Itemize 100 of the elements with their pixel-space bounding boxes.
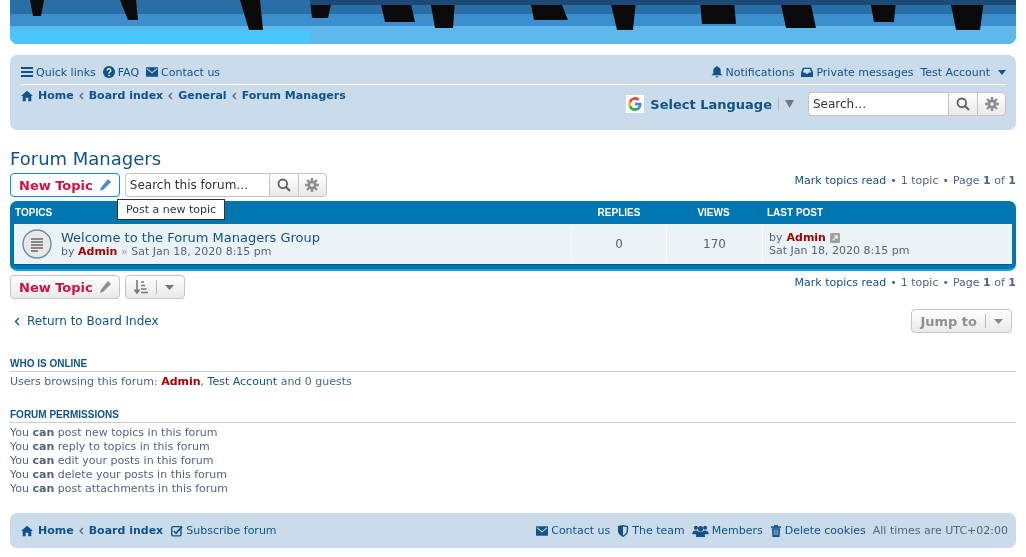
footer-link[interactable]: The team	[617, 524, 685, 537]
post-date: Sat Jan 18, 2020 8:15 pm	[131, 245, 272, 258]
column-header: REPLIES	[597, 207, 641, 218]
nav-link-label: FAQ	[117, 65, 140, 79]
checkbox-icon	[171, 524, 184, 537]
dropdown-arrow-icon	[785, 100, 794, 108]
chevron-icon	[78, 91, 84, 100]
author-link[interactable]: Admin	[78, 245, 118, 258]
trash-icon	[769, 524, 782, 537]
online-label: Users browsing this forum:	[10, 375, 158, 388]
menu-icon	[21, 66, 33, 78]
section-heading: FORUM PERMISSIONS	[10, 409, 1016, 423]
topic-title-link[interactable]: Welcome to the Forum Managers Group	[61, 230, 321, 245]
footer-link[interactable]: Delete cookies	[769, 524, 866, 537]
sort-icon	[133, 280, 148, 294]
shield-icon	[617, 524, 630, 537]
new-topic-button[interactable]: New Topic	[10, 275, 120, 299]
permission-line: You can delete your posts in this forum	[10, 468, 229, 482]
caret-icon	[998, 69, 1006, 75]
mail-icon	[146, 66, 159, 78]
account-name: Test Account	[920, 65, 990, 79]
nav-link-label: Contact us	[161, 65, 221, 79]
guest-count: and 0 guests	[280, 375, 352, 388]
topic-read-icon	[22, 229, 52, 259]
settings-icon	[305, 178, 320, 192]
nav-link-label: Quick links	[36, 65, 96, 79]
pencil-icon	[98, 281, 111, 293]
column-header: LAST POST	[767, 207, 824, 218]
breadcrumb-link[interactable]: Board index	[88, 524, 164, 537]
permission-line: You can post attachments in this forum	[10, 482, 230, 496]
replies-cell: 0	[572, 224, 667, 264]
permission-line: You can edit your posts in this forum	[10, 454, 215, 468]
username-link[interactable]: Test Account	[207, 375, 278, 388]
last-post-date: Sat Jan 18, 2020 8:15 pm	[769, 244, 911, 257]
users-icon	[691, 524, 709, 537]
sort-options-button[interactable]	[124, 275, 185, 299]
nav-link[interactable]: Contact us	[146, 65, 221, 79]
search-icon	[956, 97, 970, 111]
permission-line: You can post new topics in this forum	[10, 426, 219, 440]
advanced-search-button[interactable]	[977, 92, 1006, 116]
footer-link[interactable]: Members	[691, 524, 763, 537]
home-icon	[21, 524, 33, 537]
breadcrumb-link[interactable]: Board index	[88, 89, 164, 102]
page-indicator: Page 1 of 1	[952, 174, 1016, 187]
footer-link-label: Contact us	[551, 524, 611, 537]
breadcrumb-link[interactable]: General	[178, 89, 227, 102]
search-button[interactable]	[268, 173, 298, 197]
footer-link-label: Delete cookies	[784, 524, 866, 537]
bullet-separator: •	[942, 174, 949, 187]
nav-link-label: Notifications	[725, 65, 795, 79]
tooltip: Post a new topic	[117, 199, 226, 220]
inbox-icon	[801, 66, 814, 78]
topic-count: 1 topic	[900, 174, 939, 187]
mark-topics-read-link[interactable]: Mark topics read	[794, 276, 887, 289]
nav-link[interactable]: FAQ	[102, 65, 140, 79]
views-cell: 170	[667, 224, 763, 264]
view-latest-post-icon[interactable]	[829, 232, 840, 243]
bullet-separator: •	[890, 174, 897, 187]
column-header: TOPICS	[15, 207, 53, 218]
footer-link[interactable]: Contact us	[536, 524, 611, 537]
bullet-separator: •	[890, 276, 897, 289]
username-link[interactable]: Admin	[161, 375, 201, 388]
breadcrumb-link[interactable]: Home	[38, 524, 74, 537]
return-link[interactable]: Return to Board Index	[10, 314, 159, 328]
nav-link[interactable]: Quick links	[21, 65, 96, 79]
forum-search-field[interactable]: Search this forum…	[124, 173, 269, 197]
new-topic-button[interactable]: New Topic	[10, 173, 120, 197]
search-button[interactable]	[948, 92, 977, 116]
settings-icon	[984, 97, 999, 111]
account-menu[interactable]: Test Account	[920, 65, 1006, 79]
language-selector[interactable]: Select Language	[650, 96, 772, 112]
breadcrumb-link[interactable]: Forum Managers	[241, 89, 346, 102]
forum-title: Forum Managers	[10, 148, 163, 169]
caret-icon	[994, 318, 1003, 324]
footer-link-label: The team	[632, 524, 685, 537]
chevron-icon	[78, 526, 84, 535]
author-link[interactable]: Admin	[786, 231, 826, 244]
home-icon	[21, 89, 33, 102]
chevron-icon	[14, 316, 20, 326]
chevron-icon	[168, 91, 174, 100]
mark-topics-read-link[interactable]: Mark topics read	[794, 174, 887, 187]
raquo-icon: »	[120, 245, 128, 258]
byline-label: by	[61, 245, 75, 258]
chevron-icon	[231, 91, 237, 100]
permission-line: You can reply to topics in this forum	[10, 440, 211, 454]
timezone-note: All times are UTC+02:00	[872, 524, 1008, 537]
byline-label: by	[769, 231, 783, 244]
advanced-search-button[interactable]	[297, 173, 327, 197]
page-indicator: Page 1 of 1	[952, 276, 1016, 289]
google-logo-icon	[626, 95, 645, 113]
search-icon	[276, 178, 291, 192]
topic-count: 1 topic	[900, 276, 939, 289]
nav-link[interactable]: Notifications	[710, 65, 795, 79]
search-field[interactable]: Search…	[808, 92, 948, 116]
section-heading: WHO IS ONLINE	[10, 358, 1016, 372]
column-header: VIEWS	[697, 207, 730, 218]
bullet-separator: •	[942, 276, 949, 289]
breadcrumb-link[interactable]: Home	[38, 89, 74, 102]
pencil-icon	[98, 179, 111, 191]
comma-separator: ,	[200, 375, 205, 388]
